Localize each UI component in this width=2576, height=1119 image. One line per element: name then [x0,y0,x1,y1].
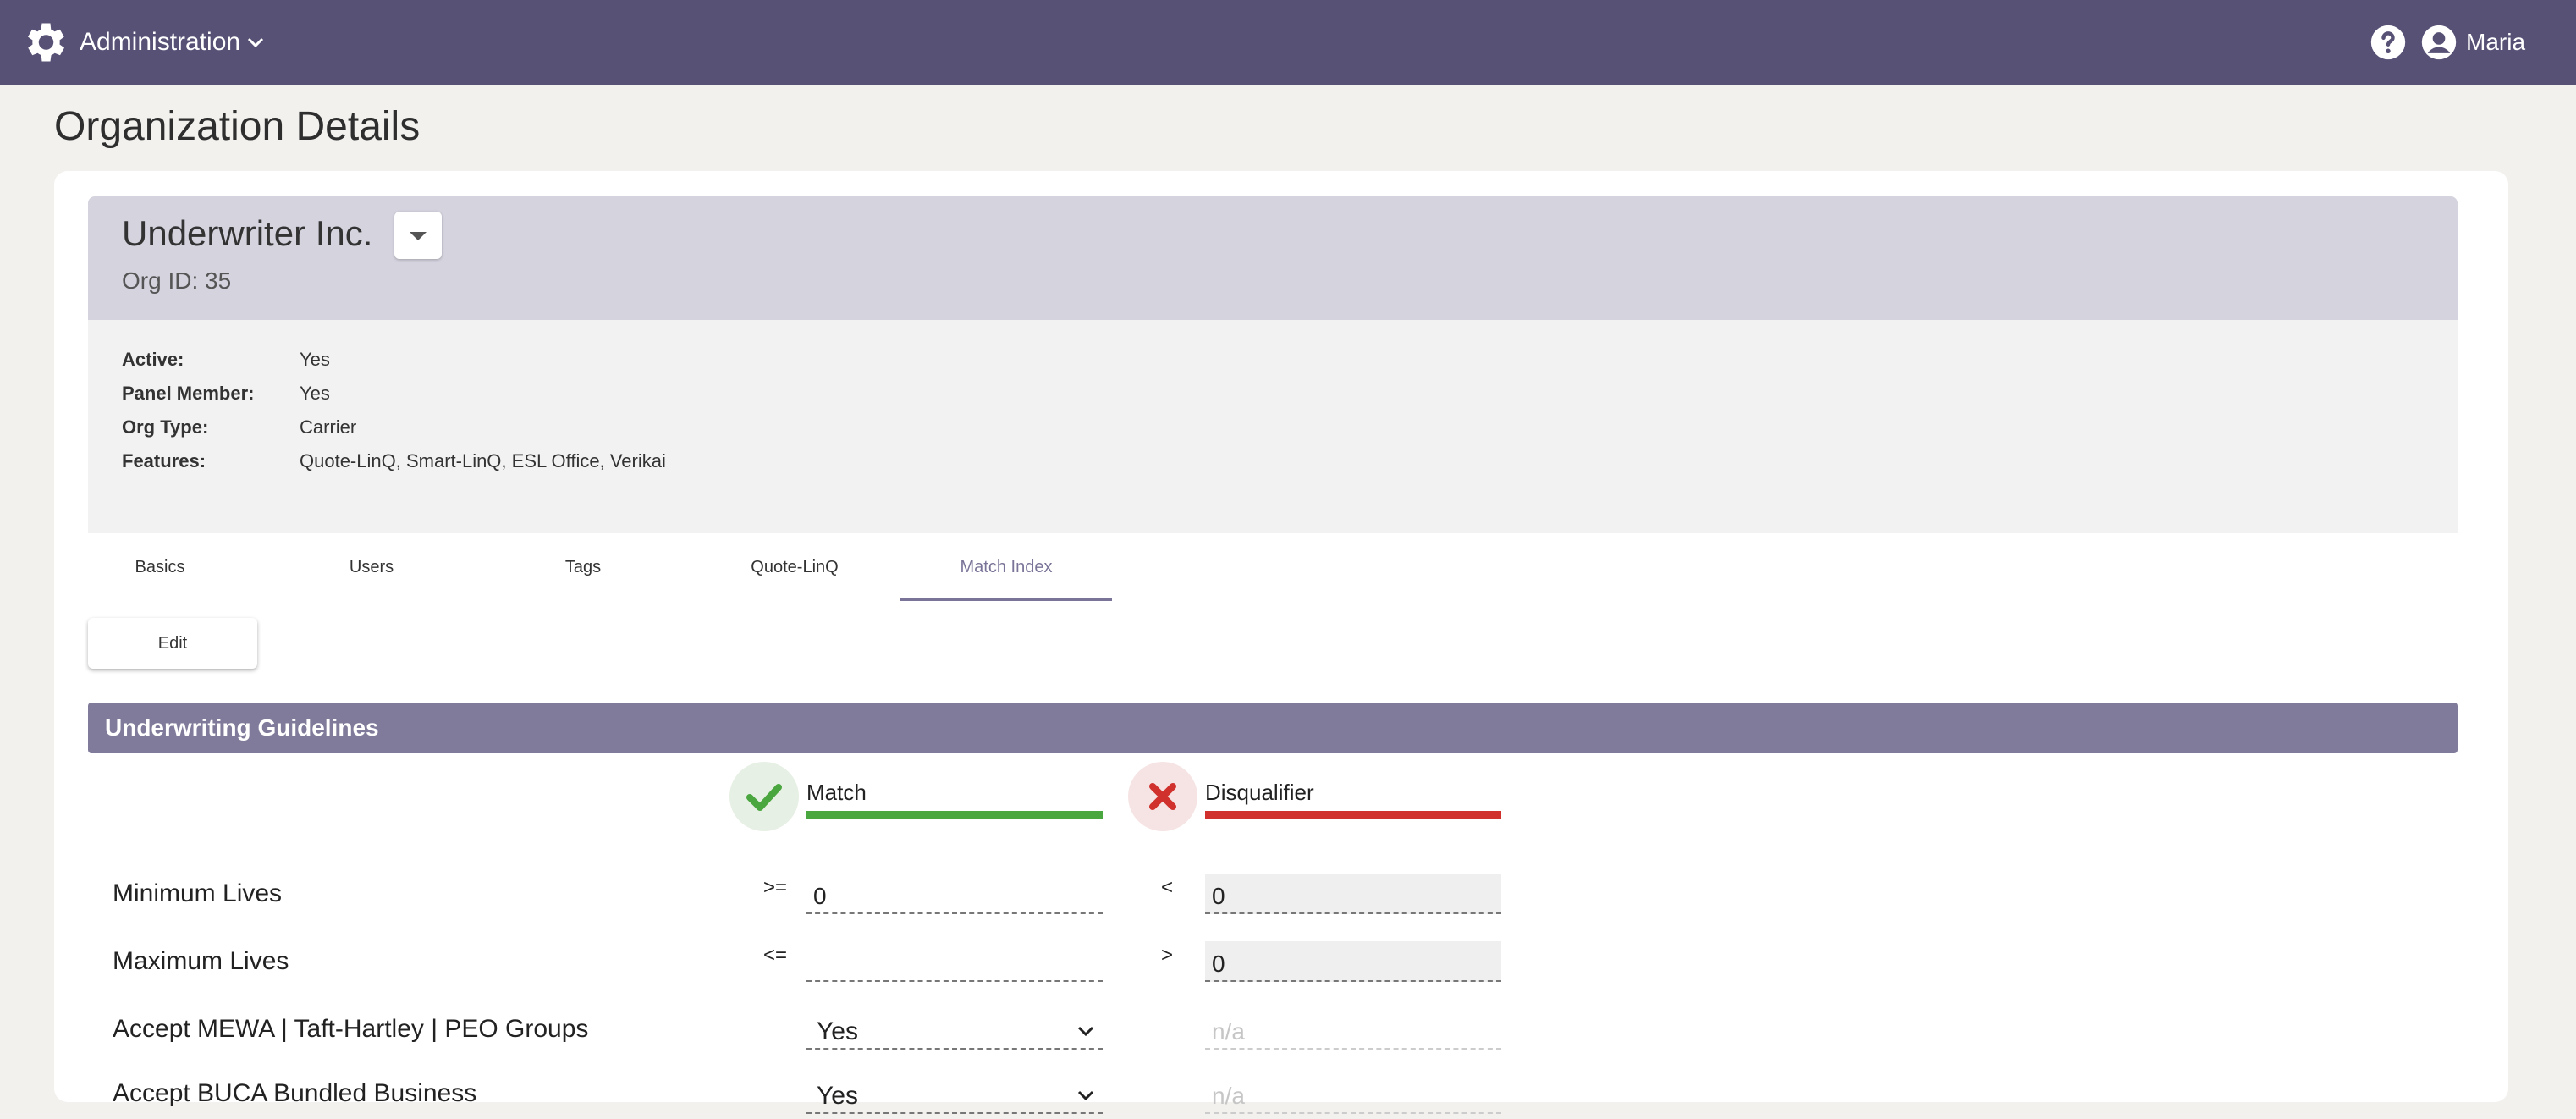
chevron-down-icon [1077,1090,1094,1101]
min-lives-disqualifier-input[interactable]: 0 [1205,874,1501,914]
max-lives-match-input[interactable] [806,941,1103,982]
match-operator: <= [763,944,788,967]
detail-label-active: Active: [122,349,184,370]
guideline-label-buca: Accept BUCA Bundled Business [113,1079,477,1107]
disqualifier-operator: < [1161,876,1174,899]
guideline-label-mewa: Accept MEWA | Taft-Hartley | PEO Groups [113,1015,589,1043]
max-lives-disqualifier-input[interactable]: 0 [1205,941,1501,982]
buca-match-select[interactable]: Yes [806,1073,1103,1114]
gear-icon[interactable] [19,17,69,68]
chevron-down-icon[interactable] [245,34,266,51]
page-title: Organization Details [54,104,421,149]
detail-value-active: Yes [300,349,330,370]
chevron-down-icon [1077,1026,1094,1037]
buca-disqualifier-value: n/a [1205,1073,1501,1114]
disqualifier-operator: > [1161,944,1174,967]
disqualifier-column-bar [1205,811,1501,819]
detail-label-org-type: Org Type: [122,416,209,438]
disqualifier-x-icon [1128,762,1197,831]
org-details-panel [88,320,2458,533]
org-dropdown-button[interactable] [394,212,442,259]
match-column-label: Match [806,780,867,805]
tab-basics[interactable]: Basics [54,550,266,601]
guideline-label-max-lives: Maximum Lives [113,947,289,975]
org-name: Underwriter Inc. [122,213,373,253]
detail-value-org-type: Carrier [300,416,357,438]
app-menu-title[interactable]: Administration [80,25,240,59]
detail-label-panel-member: Panel Member: [122,383,255,404]
tab-users[interactable]: Users [266,550,477,601]
org-id: Org ID: 35 [122,267,232,294]
user-name[interactable]: Maria [2466,25,2525,59]
mewa-match-value: Yes [817,1017,858,1045]
min-lives-match-input[interactable]: 0 [806,874,1103,914]
org-header [88,196,2458,320]
detail-label-features: Features: [122,450,206,471]
tab-quote-linq[interactable]: Quote-LinQ [689,550,900,601]
top-navigation-bar: Administration Maria [0,0,2576,85]
match-check-icon [729,762,799,831]
section-title: Underwriting Guidelines [105,714,379,741]
mewa-match-select[interactable]: Yes [806,1009,1103,1050]
help-icon[interactable] [2370,24,2407,61]
edit-button[interactable]: Edit [88,618,257,669]
detail-value-panel-member: Yes [300,383,330,404]
user-avatar-icon[interactable] [2420,24,2458,61]
section-header-bar [88,703,2458,753]
match-column-bar [806,811,1103,819]
guideline-label-min-lives: Minimum Lives [113,879,283,907]
buca-match-value: Yes [817,1082,858,1110]
mewa-disqualifier-value: n/a [1205,1009,1501,1050]
match-operator: >= [763,876,788,899]
disqualifier-column-label: Disqualifier [1205,780,1314,805]
detail-value-features: Quote-LinQ, Smart-LinQ, ESL Office, Veri… [300,450,666,471]
tab-match-index[interactable]: Match Index [900,550,1112,601]
tab-tags[interactable]: Tags [477,550,689,601]
